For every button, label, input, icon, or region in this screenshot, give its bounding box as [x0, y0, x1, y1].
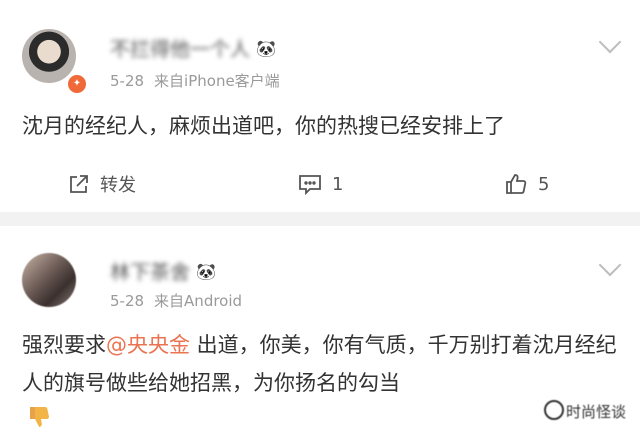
forward-icon	[70, 175, 88, 193]
like-icon	[506, 174, 527, 194]
comment-text: 强烈要求@央央金 出道，你美，你有气质，千万别打着沈月经纪人的旗号做些给她招黑，…	[22, 333, 617, 395]
verified-badge-icon: ✦	[66, 73, 88, 95]
username[interactable]: 林下茶舍 🐼	[110, 256, 216, 285]
forward-label: 转发	[100, 175, 136, 196]
comment-button[interactable]: 1	[298, 166, 343, 202]
chevron-down-icon[interactable]	[598, 30, 622, 54]
comment-text: 沈月的经纪人，麻烦出道吧，你的热搜已经安排上了	[22, 114, 505, 138]
watermark-logo-icon	[543, 400, 564, 420]
comment-count: 1	[332, 173, 344, 195]
dislike-icon[interactable]	[26, 404, 52, 430]
username[interactable]: 不拦得他一个人 🐼	[110, 33, 276, 62]
mention-link[interactable]: @央央金	[106, 333, 190, 357]
comment-icon	[299, 175, 321, 195]
like-count: 5	[538, 173, 550, 195]
watermark: 时尚怪谈	[543, 400, 626, 422]
action-bar: 转发 1 5	[0, 166, 640, 202]
comment-meta: 5-28 来自Android	[110, 290, 242, 311]
forward-button[interactable]: 转发	[68, 166, 136, 202]
panda-emoji-icon: 🐼	[256, 39, 276, 58]
comment-meta: 5-28 来自iPhone客户端	[110, 70, 280, 91]
comment-card-2: 林下茶舍 🐼 5-28 来自Android 强烈要求@央央金 出道，你美，你有气质，…	[0, 226, 640, 440]
panda-emoji-icon: 🐼	[196, 262, 216, 281]
comment-source: 来自Android	[154, 292, 243, 310]
avatar[interactable]	[22, 253, 76, 307]
comment-date: 5-28	[110, 292, 145, 310]
comment-card-1: ✦ 不拦得他一个人 🐼 5-28 来自iPhone客户端 沈月的经纪人，麻烦出道吧，…	[0, 0, 640, 212]
like-button[interactable]: 5	[504, 166, 549, 202]
chevron-down-icon[interactable]	[598, 253, 622, 277]
comment-source: 来自iPhone客户端	[154, 72, 280, 90]
avatar[interactable]	[22, 29, 76, 83]
comment-date: 5-28	[110, 72, 145, 90]
